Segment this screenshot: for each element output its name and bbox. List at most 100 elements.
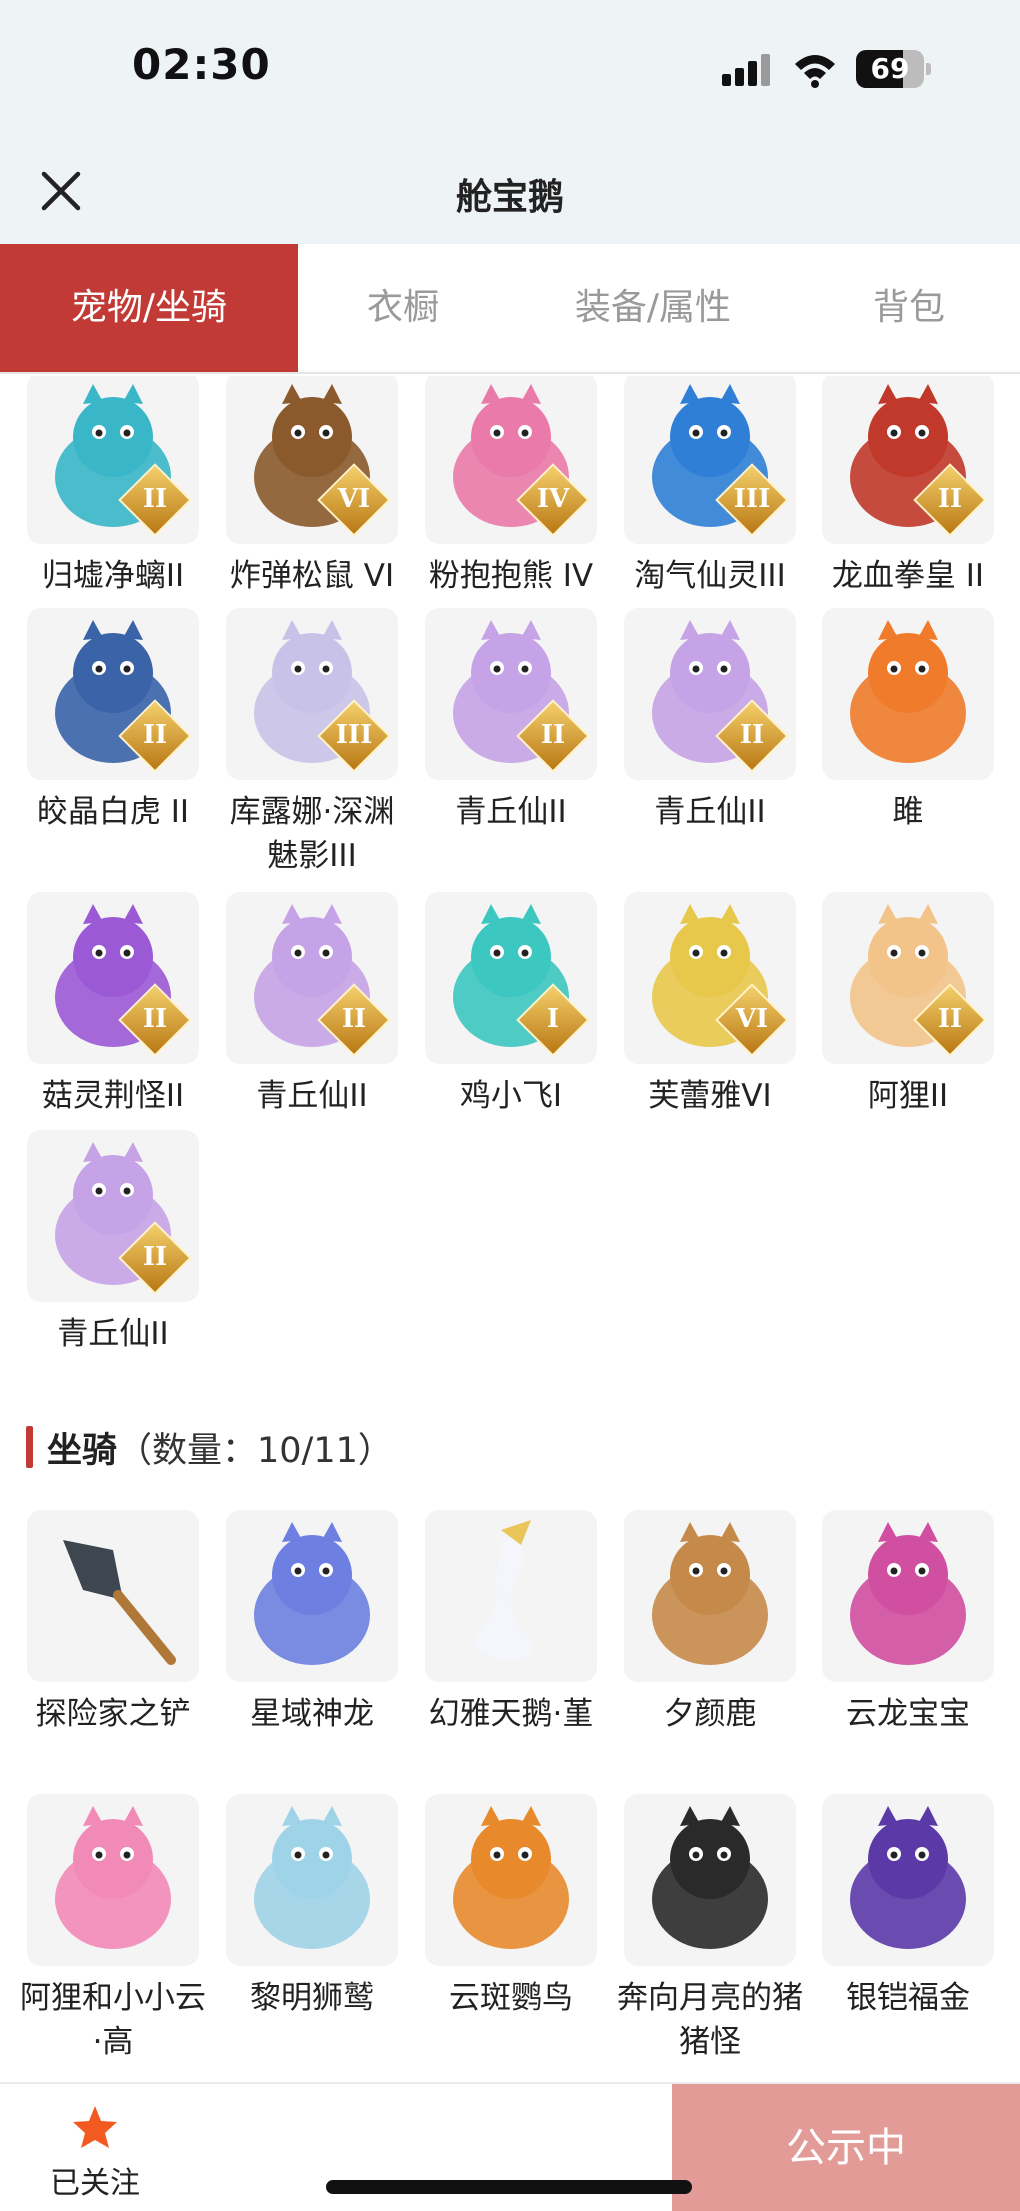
grid-item[interactable]: 探险家之铲 xyxy=(27,1510,199,1736)
item-name: 夕颜鹿 xyxy=(663,1696,757,1732)
grid-item[interactable]: II 青丘仙II xyxy=(27,1130,199,1356)
grid-item[interactable]: III 库露娜·深渊魅影III xyxy=(226,608,398,878)
item-thumbnail xyxy=(226,1510,398,1682)
grid-item[interactable]: 云斑鹦鸟 xyxy=(425,1794,597,2020)
rank-badge-text: II xyxy=(937,484,963,514)
item-thumbnail xyxy=(822,1510,994,1682)
item-name: 粉抱抱熊 IV xyxy=(428,558,594,594)
rank-badge-text: II xyxy=(142,720,168,750)
grid-item[interactable]: 星域神龙 xyxy=(226,1510,398,1736)
battery-icon: 69 xyxy=(856,50,931,88)
cellular-signal-icon xyxy=(722,54,770,86)
ali-cloud-icon xyxy=(55,1806,171,1949)
item-name: 鸡小飞I xyxy=(459,1078,563,1114)
item-name: 龙血拳皇 II xyxy=(831,558,985,594)
item-name: 阿狸II xyxy=(867,1078,949,1114)
grid-item[interactable]: IV 粉抱抱熊 IV xyxy=(425,376,597,598)
grid-item[interactable]: II 青丘仙II xyxy=(226,892,398,1118)
tab-equipment-attributes[interactable]: 装备/属性 xyxy=(508,244,798,372)
content-scroll-area[interactable]: II 归墟净螭II VI 炸弹松鼠 VI IV 粉抱抱熊 IV III 淘气仙灵III II 龙血… xyxy=(0,376,1020,2082)
wifi-icon xyxy=(795,55,835,88)
item-thumbnail: III xyxy=(624,376,796,544)
mount-section-title: 坐骑 xyxy=(47,1430,118,1471)
item-name: 青丘仙II xyxy=(654,794,766,830)
rank-badge-text: II xyxy=(341,1004,367,1034)
item-thumbnail xyxy=(425,1510,597,1682)
grid-item[interactable]: II 皎晶白虎 II xyxy=(27,608,199,834)
item-thumbnail: II xyxy=(27,608,199,780)
deer-icon xyxy=(652,1522,768,1665)
item-name: 淘气仙灵III xyxy=(634,558,786,594)
page-title: 舱宝鹅 xyxy=(455,177,564,218)
item-thumbnail xyxy=(624,1794,796,1966)
item-thumbnail xyxy=(27,1794,199,1966)
grid-item[interactable]: 阿狸和小小云·高 xyxy=(20,1794,206,2064)
rank-badge-text: II xyxy=(739,720,765,750)
item-name: 归墟净螭II xyxy=(41,558,185,594)
section-accent-bar xyxy=(26,1426,33,1468)
grid-item[interactable]: VI 芙蕾雅VI xyxy=(624,892,796,1118)
item-name: 阿狸和小小云·高 xyxy=(20,1980,206,2060)
item-thumbnail: II xyxy=(226,892,398,1064)
swan-icon xyxy=(474,1520,533,1660)
mount-section-count: （数量：10/11） xyxy=(117,1430,393,1471)
item-thumbnail: II xyxy=(822,892,994,1064)
star-icon xyxy=(73,2106,117,2148)
item-name: 皎晶白虎 II xyxy=(36,794,190,830)
phoenix-icon xyxy=(850,620,966,763)
rank-badge-text: III xyxy=(733,484,771,514)
grid-item[interactable]: II 青丘仙II xyxy=(425,608,597,834)
item-thumbnail: II xyxy=(822,376,994,544)
tab-backpack[interactable]: 背包 xyxy=(798,244,1020,372)
item-thumbnail: I xyxy=(425,892,597,1064)
item-thumbnail: VI xyxy=(226,376,398,544)
grid-item[interactable]: 夕颜鹿 xyxy=(624,1510,796,1736)
grid-item[interactable]: I 鸡小飞I xyxy=(425,892,597,1118)
grid-item[interactable]: VI 炸弹松鼠 VI xyxy=(226,376,398,598)
item-name: 炸弹松鼠 VI xyxy=(229,558,395,594)
battery-level: 69 xyxy=(870,52,910,85)
public-notice-button[interactable]: 公示中 xyxy=(672,2084,1020,2211)
grid-item[interactable]: II 青丘仙II xyxy=(624,608,796,834)
rank-badge-text: I xyxy=(546,1004,560,1034)
grid-item[interactable]: 黎明狮鹫 xyxy=(226,1794,398,2020)
item-thumbnail: IV xyxy=(425,376,597,544)
silver-beast-icon xyxy=(850,1806,966,1949)
item-thumbnail: II xyxy=(27,376,199,544)
grid-item[interactable]: 奔向月亮的猪猪怪 xyxy=(617,1794,803,2064)
grid-item[interactable]: 幻雅天鹅·堇 xyxy=(425,1510,597,1736)
item-name: 青丘仙II xyxy=(455,794,567,830)
item-name: 雎 xyxy=(892,794,924,830)
item-thumbnail: II xyxy=(425,608,597,780)
tab-pets-mounts[interactable]: 宠物/坐骑 xyxy=(0,244,298,372)
grid-item[interactable]: II 龙血拳皇 II xyxy=(822,376,994,598)
rank-badge-text: VI xyxy=(337,484,371,514)
item-thumbnail xyxy=(624,1510,796,1682)
grid-item[interactable]: 云龙宝宝 xyxy=(822,1510,994,1736)
item-name: 芙蕾雅VI xyxy=(648,1078,772,1114)
item-name: 库露娜·深渊魅影III xyxy=(229,794,395,874)
item-name: 青丘仙II xyxy=(256,1078,368,1114)
item-thumbnail: II xyxy=(27,892,199,1064)
shovel-icon xyxy=(63,1540,176,1665)
grid-item[interactable]: II 阿狸II xyxy=(822,892,994,1118)
item-name: 黎明狮鹫 xyxy=(250,1980,374,2016)
tab-bar: 宠物/坐骑 衣橱 装备/属性 背包 xyxy=(0,244,1020,374)
follow-button[interactable]: 已关注 xyxy=(40,2104,150,2202)
grid-item[interactable]: 雎 xyxy=(822,608,994,834)
rank-badge-text: II xyxy=(142,484,168,514)
item-name: 幻雅天鹅·堇 xyxy=(428,1696,594,1732)
grid-item[interactable]: II 菇灵荆怪II xyxy=(27,892,199,1118)
item-name: 云龙宝宝 xyxy=(846,1696,970,1732)
grid-item[interactable]: 银铠福金 xyxy=(822,1794,994,2020)
grid-item[interactable]: III 淘气仙灵III xyxy=(624,376,796,598)
status-time: 02:30 xyxy=(132,40,271,89)
item-name: 探险家之铲 xyxy=(35,1696,191,1732)
item-name: 奔向月亮的猪猪怪 xyxy=(617,1980,803,2060)
griffin-icon xyxy=(254,1806,370,1949)
tab-wardrobe[interactable]: 衣橱 xyxy=(298,244,508,372)
grid-item[interactable]: II 归墟净螭II xyxy=(27,376,199,598)
item-name: 银铠福金 xyxy=(846,1980,970,2016)
star-dragon-icon xyxy=(254,1522,370,1665)
item-thumbnail: II xyxy=(624,608,796,780)
